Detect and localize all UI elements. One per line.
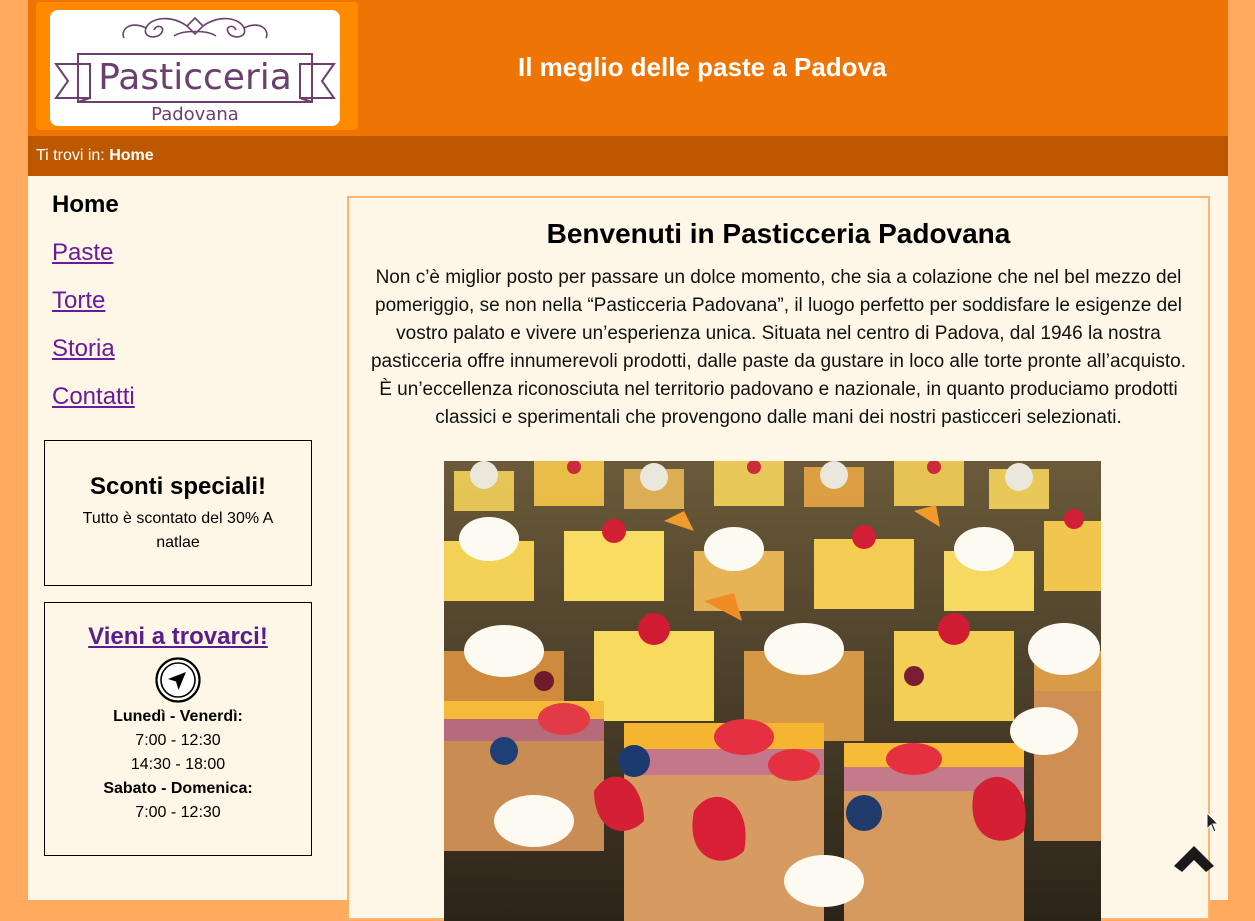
breadcrumb-current: Home xyxy=(109,147,154,164)
nav-item-home: Home xyxy=(52,191,119,218)
site-header: Pasticceria Padovana Il meglio delle pas… xyxy=(28,0,1228,136)
sidebar: Home Paste Torte Storia Contatti Sconti … xyxy=(28,176,328,900)
weekday-label: Lunedì - Venerdì: xyxy=(113,708,243,725)
main-content: Benvenuti in Pasticceria Padovana Non c’… xyxy=(347,196,1210,921)
intro-paragraph: Non c’è miglior posto per passare un dol… xyxy=(370,267,1186,428)
breadcrumb: Ti trovi in: Home xyxy=(28,136,1228,176)
weekend-label: Sabato - Domenica: xyxy=(103,780,253,797)
opening-hours-box: Vieni a trovarci! Lunedì - Venerdì: 7:00… xyxy=(44,602,312,856)
mouse-cursor-icon xyxy=(1206,812,1220,833)
chevron-up-icon[interactable] xyxy=(1170,838,1218,874)
navigation-arrow-icon[interactable] xyxy=(155,657,201,703)
promo-text: Tutto è scontato del 30% A natlae xyxy=(82,510,274,551)
nav-item-torte[interactable]: Torte xyxy=(52,284,135,332)
page-container: Pasticceria Padovana Il meglio delle pas… xyxy=(28,0,1228,921)
visit-us-link[interactable]: Vieni a trovarci! xyxy=(45,623,311,651)
promo-title: Sconti speciali! xyxy=(89,473,267,500)
main-nav: Home Paste Torte Storia Contatti xyxy=(52,188,135,428)
promo-box: Sconti speciali! Tutto è scontato del 30… xyxy=(44,440,312,586)
site-slogan: Il meglio delle paste a Padova xyxy=(518,52,887,82)
nav-item-paste[interactable]: Paste xyxy=(52,236,135,284)
nav-item-storia[interactable]: Storia xyxy=(52,332,135,380)
logo-subtitle: Padovana xyxy=(151,104,239,125)
weekend-morning-hours: 7:00 - 12:30 xyxy=(135,804,221,821)
logo-image: Pasticceria Padovana xyxy=(50,10,340,126)
logo-title: Pasticceria xyxy=(98,57,292,98)
logo[interactable]: Pasticceria Padovana xyxy=(36,2,358,130)
weekday-afternoon-hours: 14:30 - 18:00 xyxy=(130,756,226,773)
page-title: Benvenuti in Pasticceria Padovana xyxy=(546,218,1011,249)
breadcrumb-prefix: Ti trovi in: xyxy=(36,147,105,164)
nav-item-contatti[interactable]: Contatti xyxy=(52,380,135,428)
weekday-morning-hours: 7:00 - 12:30 xyxy=(135,732,221,749)
pastries-photo xyxy=(444,461,1101,921)
